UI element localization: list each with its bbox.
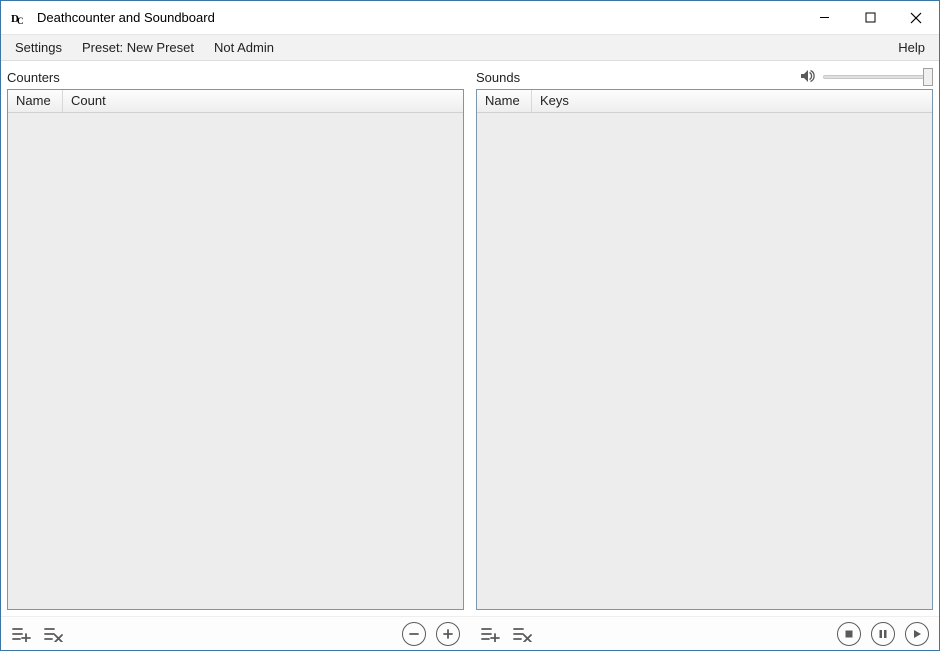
- menu-preset[interactable]: Preset: New Preset: [72, 35, 204, 60]
- sounds-columns: Name Keys: [477, 90, 932, 113]
- counters-panel-header: Counters: [7, 65, 464, 89]
- increment-button[interactable]: [436, 622, 460, 646]
- counters-panel: Counters Name Count: [1, 61, 470, 616]
- sound-add-button[interactable]: [480, 623, 502, 645]
- close-button[interactable]: [893, 1, 939, 34]
- pause-button[interactable]: [871, 622, 895, 646]
- sound-remove-button[interactable]: [512, 623, 534, 645]
- sounds-label: Sounds: [476, 70, 520, 85]
- counters-columns: Name Count: [8, 90, 463, 113]
- window-controls: [801, 1, 939, 34]
- volume-control: [799, 68, 933, 87]
- sounds-toolbar: [470, 617, 939, 650]
- counters-col-name[interactable]: Name: [8, 90, 63, 112]
- window-title: Deathcounter and Soundboard: [35, 10, 801, 25]
- volume-icon: [799, 68, 815, 87]
- stop-button[interactable]: [837, 622, 861, 646]
- play-button[interactable]: [905, 622, 929, 646]
- counters-listview[interactable]: Name Count: [7, 89, 464, 610]
- app-window: D C Deathcounter and Soundboard Settings…: [0, 0, 940, 651]
- sounds-listview[interactable]: Name Keys: [476, 89, 933, 610]
- bottombar: [1, 616, 939, 650]
- sounds-col-keys[interactable]: Keys: [532, 90, 932, 112]
- counter-remove-button[interactable]: [43, 623, 65, 645]
- volume-thumb[interactable]: [923, 68, 933, 86]
- counter-add-button[interactable]: [11, 623, 33, 645]
- app-icon: D C: [9, 9, 27, 27]
- sounds-col-name[interactable]: Name: [477, 90, 532, 112]
- sounds-panel-header: Sounds: [476, 65, 933, 89]
- menu-help[interactable]: Help: [888, 35, 935, 60]
- menu-settings[interactable]: Settings: [5, 35, 72, 60]
- counters-toolbar: [1, 617, 470, 650]
- volume-slider[interactable]: [823, 68, 933, 86]
- menu-not-admin[interactable]: Not Admin: [204, 35, 284, 60]
- titlebar: D C Deathcounter and Soundboard: [1, 1, 939, 35]
- sounds-list-body[interactable]: [477, 113, 932, 609]
- content: Counters Name Count Sounds: [1, 61, 939, 616]
- menubar: Settings Preset: New Preset Not Admin He…: [1, 35, 939, 61]
- svg-text:D: D: [11, 13, 19, 25]
- sounds-panel: Sounds: [470, 61, 939, 616]
- svg-text:C: C: [17, 16, 24, 26]
- counters-label: Counters: [7, 70, 60, 85]
- counters-col-count[interactable]: Count: [63, 90, 463, 112]
- minimize-button[interactable]: [801, 1, 847, 34]
- counters-list-body[interactable]: [8, 113, 463, 609]
- maximize-button[interactable]: [847, 1, 893, 34]
- decrement-button[interactable]: [402, 622, 426, 646]
